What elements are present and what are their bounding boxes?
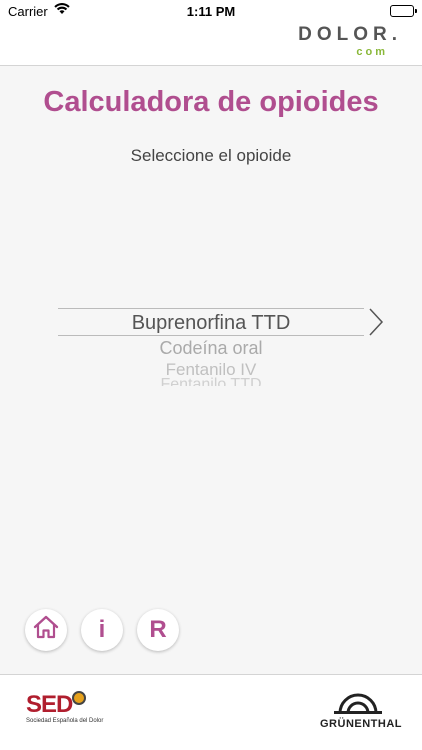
home-button[interactable]: [25, 609, 67, 651]
opioid-picker[interactable]: Buprenorfina TTD Codeína oral Fentanilo …: [58, 300, 384, 390]
battery-icon: [390, 5, 417, 17]
sed-logo: SED Sociedad Española del Dolor: [26, 691, 104, 725]
picker-option[interactable]: Codeína oral: [58, 338, 364, 359]
references-button-label: R: [149, 616, 167, 643]
logo-com-text: com: [356, 46, 388, 58]
home-icon: [33, 615, 59, 646]
references-button[interactable]: R: [137, 609, 179, 651]
info-button[interactable]: i: [81, 609, 123, 651]
grunenthal-emblem-icon: [332, 693, 384, 719]
chevron-right-icon[interactable]: [368, 308, 384, 341]
picker-option[interactable]: Fentanilo TTD: [58, 376, 364, 386]
picker-top-line: [58, 308, 364, 309]
sed-badge-icon: [72, 691, 86, 705]
sed-logo-subtitle: Sociedad Española del Dolor: [26, 718, 104, 724]
page-subtitle: Seleccione el opioide: [130, 146, 292, 165]
sed-logo-text: SED: [26, 691, 73, 718]
footer: SED Sociedad Española del Dolor GRÜNENTH…: [0, 674, 422, 750]
grunenthal-text: GRÜNENTHAL: [320, 718, 402, 730]
status-bar: Carrier 1:11 PM: [0, 0, 422, 24]
clock: 1:11 PM: [186, 4, 236, 19]
logo-main-text: DOLOR.: [298, 24, 402, 45]
app-header: DOLOR. com: [0, 24, 422, 66]
picker-bottom-line: [58, 335, 364, 336]
info-button-label: i: [98, 616, 106, 643]
page-title: Calculadora de opioides: [43, 86, 379, 118]
dolor-logo: DOLOR. com: [298, 24, 402, 58]
picker-option-selected[interactable]: Buprenorfina TTD: [58, 312, 364, 335]
grunenthal-logo: GRÜNENTHAL: [320, 691, 402, 730]
